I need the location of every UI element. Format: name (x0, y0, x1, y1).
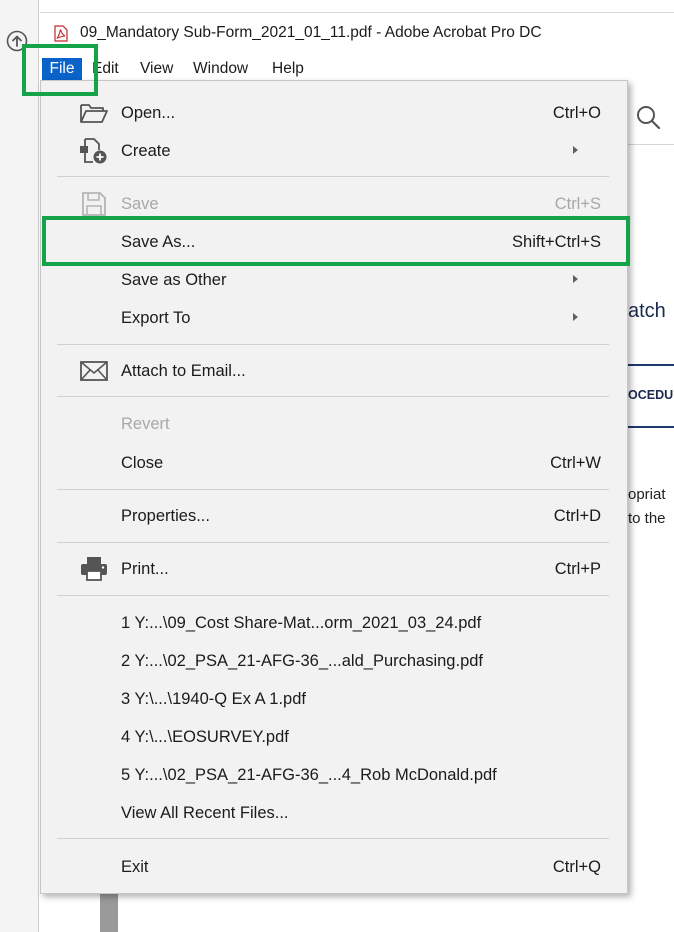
document-text-line: to the (628, 510, 666, 527)
highlight-file-menu (22, 44, 98, 96)
menu-separator (57, 344, 609, 345)
menu-item-label: Revert (121, 415, 170, 433)
left-toolbar-strip (0, 0, 39, 932)
submenu-arrow-icon (573, 275, 578, 283)
menu-window[interactable]: Window (193, 58, 248, 80)
document-text-line: opriat (628, 486, 666, 503)
menu-item-recent-file-1[interactable]: 1 Y:...\09_Cost Share-Mat...orm_2021_03_… (41, 607, 627, 639)
menu-item-shortcut: Ctrl+P (554, 560, 601, 578)
create-pdf-icon (79, 138, 109, 164)
menu-item-properties[interactable]: Properties... Ctrl+D (41, 500, 627, 532)
document-section-label: OCEDU (628, 388, 674, 402)
printer-icon (79, 556, 109, 582)
save-disk-icon (79, 191, 109, 217)
menu-item-shortcut: Ctrl+D (553, 507, 601, 525)
submenu-arrow-icon (573, 313, 578, 321)
title-bar: 09_Mandatory Sub-Form_2021_01_11.pdf - A… (40, 13, 674, 53)
menu-item-shortcut: Ctrl+S (554, 195, 601, 213)
menu-item-shortcut: Ctrl+O (552, 104, 601, 122)
menu-item-label: Open... (121, 104, 176, 122)
menu-separator (57, 542, 609, 543)
menu-item-label: Close (121, 454, 164, 472)
menu-item-open[interactable]: Open... Ctrl+O (41, 97, 627, 129)
menu-item-recent-file-2[interactable]: 2 Y:...\02_PSA_21-AFG-36_...ald_Purchasi… (41, 645, 627, 677)
document-rule (626, 426, 674, 428)
highlight-save-as (42, 216, 630, 266)
menu-item-label: View All Recent Files... (121, 804, 289, 822)
menu-item-label: 1 Y:...\09_Cost Share-Mat...orm_2021_03_… (121, 614, 482, 632)
folder-open-icon (79, 100, 109, 126)
menu-item-close[interactable]: Close Ctrl+W (41, 447, 627, 479)
menu-item-label: Save as Other (121, 271, 227, 289)
envelope-icon (79, 358, 109, 384)
menu-item-recent-file-3[interactable]: 3 Y:\...\1940-Q Ex A 1.pdf (41, 683, 627, 715)
menu-item-revert: Revert (41, 408, 627, 440)
menu-item-label: 5 Y:...\02_PSA_21-AFG-36_...4_Rob McDona… (121, 766, 497, 784)
menu-item-label: 4 Y:\...\EOSURVEY.pdf (121, 728, 289, 746)
menu-item-label: Properties... (121, 507, 210, 525)
window-title: 09_Mandatory Sub-Form_2021_01_11.pdf - A… (80, 24, 542, 41)
menu-item-label: Exit (121, 858, 149, 876)
menu-item-exit[interactable]: Exit Ctrl+Q (41, 851, 627, 883)
menu-item-create[interactable]: Create (41, 135, 627, 167)
menu-separator (57, 489, 609, 490)
pdf-icon (54, 25, 68, 42)
toolbar-divider (626, 144, 674, 145)
menu-item-export-to[interactable]: Export To (41, 302, 627, 334)
menu-item-shortcut: Ctrl+W (550, 454, 601, 472)
menu-item-label: Print... (121, 560, 169, 578)
menu-item-recent-file-5[interactable]: 5 Y:...\02_PSA_21-AFG-36_...4_Rob McDona… (41, 759, 627, 791)
menu-item-label: Attach to Email... (121, 362, 246, 380)
menu-separator (57, 176, 609, 177)
menu-item-label: Export To (121, 309, 191, 327)
menu-item-attach-to-email[interactable]: Attach to Email... (41, 355, 627, 387)
menu-item-label: Save (121, 195, 159, 213)
menu-item-recent-file-4[interactable]: 4 Y:\...\EOSURVEY.pdf (41, 721, 627, 753)
menu-view[interactable]: View (140, 58, 173, 80)
menu-item-label: 3 Y:\...\1940-Q Ex A 1.pdf (121, 690, 306, 708)
menu-item-view-all-recent[interactable]: View All Recent Files... (41, 797, 627, 829)
document-heading: atch (628, 300, 666, 322)
menu-item-print[interactable]: Print... Ctrl+P (41, 553, 627, 585)
menu-separator (57, 595, 609, 596)
menu-item-save-as-other[interactable]: Save as Other (41, 264, 627, 296)
document-rule (626, 364, 674, 366)
menu-separator (57, 838, 609, 839)
menu-separator (57, 396, 609, 397)
menu-item-label: 2 Y:...\02_PSA_21-AFG-36_...ald_Purchasi… (121, 652, 484, 670)
file-menu-dropdown: Open... Ctrl+O Create Save Ctrl+S Save A… (40, 80, 628, 894)
menu-help[interactable]: Help (272, 58, 304, 80)
search-icon[interactable] (635, 104, 661, 130)
submenu-arrow-icon (573, 146, 578, 154)
menu-item-shortcut: Ctrl+Q (552, 858, 601, 876)
menu-item-label: Create (121, 142, 171, 160)
